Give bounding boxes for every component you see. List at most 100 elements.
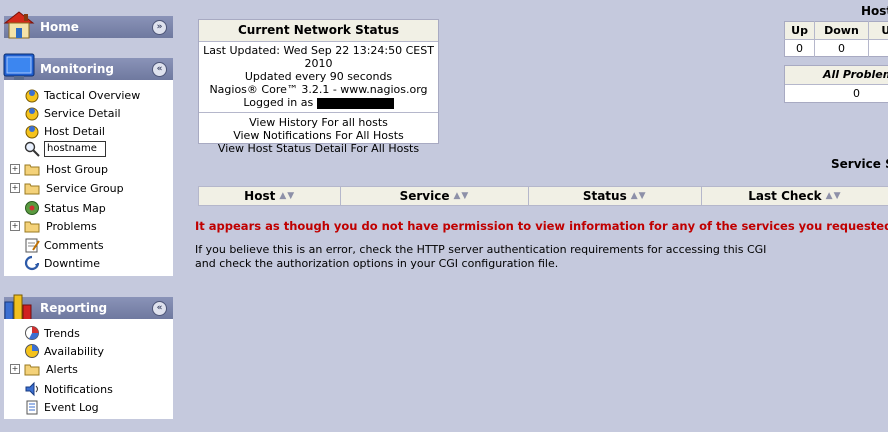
nav-label: Service Group [46,181,124,195]
nav-notifications[interactable]: Notifications [4,380,173,398]
status-bell-icon [25,125,39,139]
home-panel-header[interactable]: Home » [3,11,173,39]
network-status-title: Current Network Status [199,20,438,42]
folder-icon [24,183,40,195]
link-host-status-detail[interactable]: View Host Status Detail For All Hosts [199,142,438,155]
availability-icon [25,344,39,358]
nav-label: Host Group [46,162,109,176]
nav-search: hostname [4,140,173,158]
nav-service-detail[interactable]: Service Detail [4,104,173,122]
version-info: Nagios® Core™ 3.2.1 - www.nagios.org [209,83,428,96]
host-totals-title: Host [861,4,888,18]
nav-label: Notifications [44,382,113,396]
nav-label: Tactical Overview [44,88,141,102]
nav-trends[interactable]: Trends [4,324,173,342]
magnifier-icon [24,141,40,157]
expand-icon[interactable]: + [10,183,20,193]
nav-label: Problems [46,219,97,233]
column-service[interactable]: Service ▲▼ [340,186,528,206]
nav-label: Event Log [44,400,99,414]
host-totals-table: Up Down U 0 0 [784,21,888,57]
monitoring-collapse-icon[interactable]: « [152,62,167,77]
folder-icon [24,164,40,176]
column-label: Host [244,189,276,203]
permission-error-message: It appears as though you do not have per… [195,219,888,233]
error-help-text: If you believe this is an error, check t… [195,243,766,270]
all-problems-box: All Problems 0 [784,65,888,103]
nav-label: Comments [44,238,104,252]
column-host[interactable]: Host ▲▼ [198,186,341,206]
redacted-username [316,97,394,109]
header-up[interactable]: Up [784,21,816,40]
nav-label: Alerts [46,362,78,376]
reporting-collapse-icon[interactable]: « [152,301,167,316]
trends-icon [25,326,39,340]
column-label: Last Check [748,189,822,203]
folder-icon [24,221,40,233]
sort-arrows-icon[interactable]: ▲▼ [453,191,469,201]
sort-arrows-icon[interactable]: ▲▼ [631,191,647,201]
nav-comments[interactable]: Comments [4,236,173,254]
network-status-box: Current Network Status Last Updated: Wed… [198,19,439,155]
reporting-panel-header[interactable]: Reporting « [4,294,173,321]
column-label: Service [399,189,450,203]
notepad-icon [25,238,40,253]
column-last-check[interactable]: Last Check ▲▼ [700,186,888,206]
monitoring-menu: Tactical Overview Service Detail Host De… [4,80,173,276]
expand-icon[interactable]: + [10,221,20,231]
nav-label: Downtime [44,256,101,270]
nav-label: Service Detail [44,106,121,120]
header-unreachable[interactable]: U [868,22,888,40]
last-updated: Last Updated: Wed Sep 22 13:24:50 CEST 2… [203,44,434,70]
nav-downtime[interactable]: Downtime [4,254,173,272]
home-collapse-icon[interactable]: » [152,20,167,35]
column-status[interactable]: Status ▲▼ [527,186,701,206]
home-title: Home [40,20,79,34]
host-search-input[interactable]: hostname [44,141,106,157]
reporting-chart-icon [4,294,32,321]
nav-availability[interactable]: Availability [4,342,173,360]
nav-host-detail[interactable]: Host Detail [4,122,173,140]
monitoring-panel-header[interactable]: Monitoring « [3,53,173,80]
expand-icon[interactable]: + [10,364,20,374]
update-interval: Updated every 90 seconds [244,70,393,83]
nav-label: Status Map [44,201,106,215]
nav-tactical-overview[interactable]: Tactical Overview [4,86,173,104]
sort-arrows-icon[interactable]: ▲▼ [826,191,842,201]
sort-arrows-icon[interactable]: ▲▼ [279,191,295,201]
folder-icon [24,364,40,376]
link-history[interactable]: View History For all hosts [199,116,438,129]
link-notifications[interactable]: View Notifications For All Hosts [199,129,438,142]
nav-alerts[interactable]: + Alerts [4,360,173,378]
home-icon [3,11,35,39]
nav-service-group[interactable]: + Service Group [4,179,173,197]
event-log-icon [26,400,38,415]
service-table-header: Host ▲▼ Service ▲▼ Status ▲▼ Last Check ▲▼ [198,186,888,206]
nav-label: Availability [44,344,104,358]
logged-in-label: Logged in as [243,96,314,109]
status-bell-icon [25,89,39,103]
help-line: and check the authorization options in y… [195,256,559,270]
nav-status-map[interactable]: Status Map [4,199,173,217]
value-down: 0 [814,39,869,57]
logged-in-line: Logged in as [199,96,438,109]
value-unreachable [868,40,888,57]
nav-label: Trends [44,326,80,340]
all-problems-label[interactable]: All Problems [785,66,888,85]
monitoring-title: Monitoring [40,62,114,76]
help-line: If you believe this is an error, check t… [195,243,767,256]
service-status-title: Service St [831,157,888,171]
reporting-title: Reporting [40,301,108,315]
nav-problems[interactable]: + Problems [4,217,173,235]
column-label: Status [582,189,627,203]
nav-event-log[interactable]: Event Log [4,398,173,416]
expand-icon[interactable]: + [10,164,20,174]
divider [199,112,438,113]
reporting-menu: Trends Availability + Alerts Notificatio… [4,319,173,419]
header-down[interactable]: Down [814,21,869,40]
downtime-icon [24,255,40,271]
nav-host-group[interactable]: + Host Group [4,160,173,178]
status-bell-icon [25,107,39,121]
speaker-icon [25,381,38,397]
nav-label: Host Detail [44,124,105,138]
